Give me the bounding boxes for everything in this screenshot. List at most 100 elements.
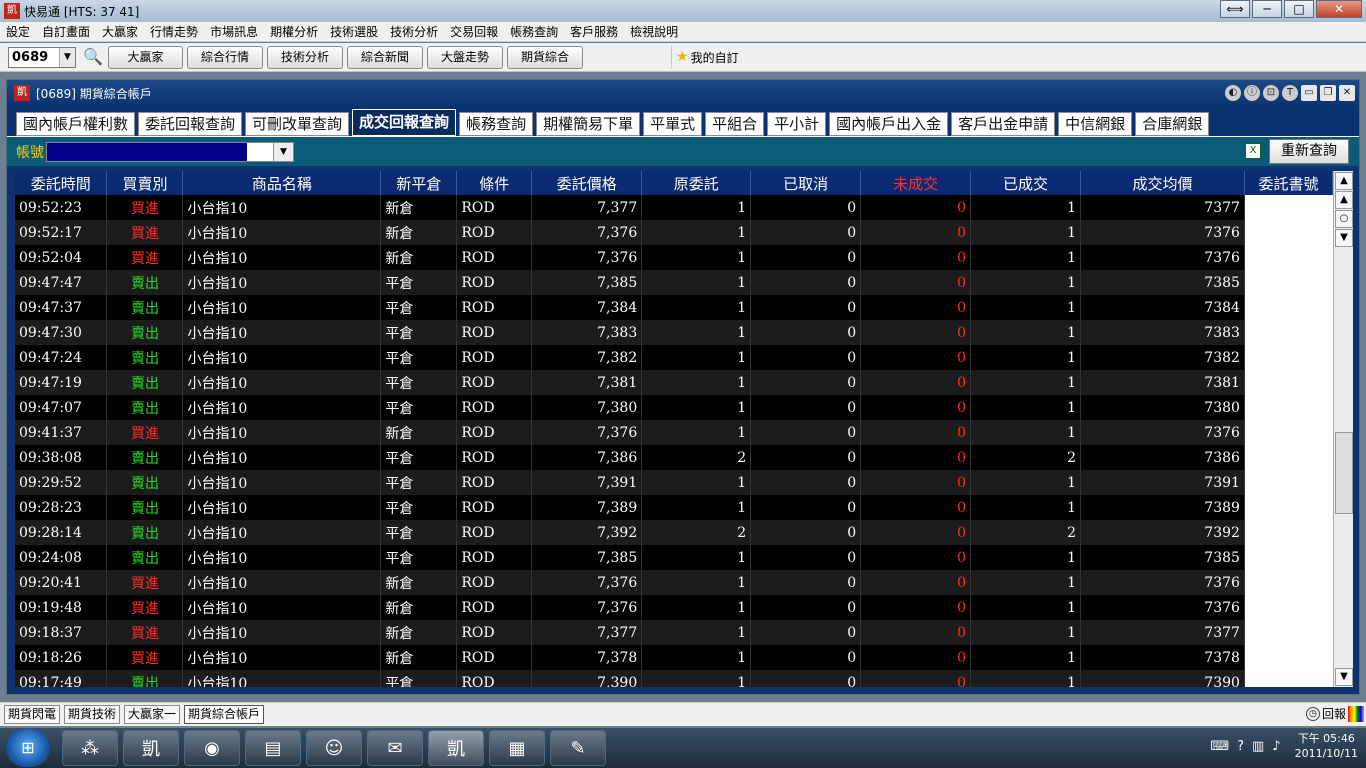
table-row[interactable]: 09:24:08 賣出 小台指10 平倉 ROD 7,385 1 0 0 1 7385 <box>15 545 1333 570</box>
col-header[interactable]: 委託時間 <box>15 171 108 195</box>
color-palette-icon[interactable] <box>1348 706 1364 722</box>
scroll-thumb[interactable] <box>1335 432 1353 514</box>
col-header[interactable]: 買賣別 <box>106 171 184 195</box>
swap-icon[interactable]: ⟺ <box>1220 0 1250 18</box>
toolbar-button-futures[interactable]: 期貨綜合 <box>507 45 583 69</box>
help-icon[interactable]: ? <box>1237 739 1244 754</box>
restore-button[interactable]: ❐ <box>1320 85 1336 101</box>
chevron-down-icon[interactable]: ▼ <box>273 142 293 161</box>
table-row[interactable]: 09:28:14 賣出 小台指10 平倉 ROD 7,392 2 0 0 2 7392 <box>15 520 1333 545</box>
col-header[interactable]: 條件 <box>456 171 533 195</box>
chrome-icon[interactable]: ◉ <box>184 730 240 766</box>
col-header[interactable]: 已取消 <box>750 171 862 195</box>
close-button[interactable]: ✕ <box>1339 85 1355 101</box>
requery-button[interactable]: 重新查詢 <box>1269 139 1349 164</box>
table-row[interactable]: 09:28:23 賣出 小台指10 平倉 ROD 7,389 1 0 0 1 7389 <box>15 495 1333 520</box>
excel-export-icon[interactable]: X <box>1245 143 1261 159</box>
tab-deposit-withdraw[interactable]: 國內帳戶出入金 <box>829 112 949 136</box>
table-row[interactable]: 09:38:08 賣出 小台指10 平倉 ROD 7,386 2 0 0 2 7386 <box>15 445 1333 470</box>
minimize-button[interactable]: ─ <box>1252 0 1282 18</box>
menu-item[interactable]: 客戶服務 <box>564 23 624 40</box>
tab-order-report[interactable]: 委託回報查詢 <box>138 112 243 136</box>
paint-icon[interactable]: ✎ <box>550 730 606 766</box>
tab-ctbc-bank[interactable]: 中信網銀 <box>1058 112 1133 136</box>
text-icon[interactable]: T <box>1282 85 1298 101</box>
table-row[interactable]: 09:47:30 賣出 小台指10 平倉 ROD 7,383 1 0 0 1 7383 <box>15 320 1333 345</box>
menu-item[interactable]: 設定 <box>0 23 36 40</box>
fill-report-table[interactable]: 委託時間 買賣別 商品名稱 新平倉 條件 委託價格 原委託 已取消 未成交 已成… <box>15 171 1333 687</box>
col-header[interactable]: 商品名稱 <box>182 171 382 195</box>
table-row[interactable]: 09:47:24 賣出 小台指10 平倉 ROD 7,382 1 0 0 1 7382 <box>15 345 1333 370</box>
tab-close-single[interactable]: 平單式 <box>643 112 703 136</box>
trading-app-icon[interactable]: 凱 <box>123 730 179 766</box>
table-row[interactable]: 09:52:17 買進 小台指10 新倉 ROD 7,376 1 0 0 1 7376 <box>15 220 1333 245</box>
table-row[interactable]: 09:20:41 買進 小台指10 新倉 ROD 7,376 1 0 0 1 7376 <box>15 570 1333 595</box>
reply-button[interactable]: ◷ 回報 <box>1305 705 1346 722</box>
tab-account-query[interactable]: 帳務查詢 <box>459 112 534 136</box>
keyboard-icon[interactable]: ⌨ <box>1210 739 1229 754</box>
menu-item[interactable]: 大贏家 <box>96 23 144 40</box>
messenger-icon[interactable]: ☺ <box>306 730 362 766</box>
scroll-bottom-icon[interactable]: ▼ <box>1335 668 1353 686</box>
menu-item[interactable]: 技術選股 <box>324 23 384 40</box>
table-row[interactable]: 09:47:47 賣出 小台指10 平倉 ROD 7,385 1 0 0 1 7385 <box>15 270 1333 295</box>
link-icon[interactable]: ⊡ <box>1263 85 1279 101</box>
tab-fill-report[interactable]: 成交回報查詢 <box>352 109 457 136</box>
table-row[interactable]: 09:19:48 買進 小台指10 新倉 ROD 7,376 1 0 0 1 7376 <box>15 595 1333 620</box>
window-tab-futures-account[interactable]: 期貨綜合帳戶 <box>184 705 265 724</box>
table-row[interactable]: 09:52:23 買進 小台指10 新倉 ROD 7,377 1 0 0 1 7377 <box>15 195 1333 220</box>
col-header[interactable]: 原委託 <box>641 171 752 195</box>
col-header[interactable]: 成交均價 <box>1080 171 1245 195</box>
outlook-icon[interactable]: ✉ <box>367 730 423 766</box>
tab-tcb-bank[interactable]: 合庫網銀 <box>1135 112 1210 136</box>
table-row[interactable]: 09:29:52 賣出 小台指10 平倉 ROD 7,391 1 0 0 1 7391 <box>15 470 1333 495</box>
table-row[interactable]: 09:18:26 買進 小台指10 新倉 ROD 7,378 1 0 0 1 7378 <box>15 645 1333 670</box>
menu-item[interactable]: 檢視說明 <box>624 23 684 40</box>
scroll-top-icon[interactable]: ▲ <box>1335 172 1353 190</box>
table-row[interactable]: 09:18:37 買進 小台指10 新倉 ROD 7,377 1 0 0 1 7377 <box>15 620 1333 645</box>
menu-item[interactable]: 技術分析 <box>384 23 444 40</box>
window-tab-futures-flash[interactable]: 期貨閃電 <box>4 705 61 724</box>
table-row[interactable]: 09:47:07 賣出 小台指10 平倉 ROD 7,380 1 0 0 1 7380 <box>15 395 1333 420</box>
scroll-up-icon[interactable]: ▲ <box>1335 191 1353 209</box>
menu-item[interactable]: 市場訊息 <box>204 23 264 40</box>
excel-icon[interactable]: ▦ <box>489 730 545 766</box>
stock-code-select[interactable]: 0689 ▼ <box>8 46 76 68</box>
folder-icon[interactable]: ▤ <box>245 730 301 766</box>
table-row[interactable]: 09:41:37 買進 小台指10 新倉 ROD 7,376 1 0 0 1 7376 <box>15 420 1333 445</box>
menu-item[interactable]: 行情走勢 <box>144 23 204 40</box>
table-row[interactable]: 09:47:37 賣出 小台指10 平倉 ROD 7,384 1 0 0 1 7384 <box>15 295 1333 320</box>
minimize-button[interactable]: ▭ <box>1301 85 1317 101</box>
toolbar-button-news[interactable]: 綜合新聞 <box>347 45 423 69</box>
tab-domestic-equity[interactable]: 國內帳戶權利數 <box>16 112 136 136</box>
volume-icon[interactable]: ♪ <box>1272 739 1280 754</box>
clock[interactable]: 下午 05:46 2011/10/11 <box>1295 731 1358 761</box>
menu-item[interactable]: 期權分析 <box>264 23 324 40</box>
tab-modifiable-orders[interactable]: 可刪改單查詢 <box>245 112 350 136</box>
table-row[interactable]: 09:17:49 賣出 小台指10 平倉 ROD 7,390 1 0 0 1 7390 <box>15 670 1333 687</box>
vertical-scrollbar[interactable]: ▲ ▲ ○ ▼ ▼ <box>1333 171 1353 687</box>
scroll-center-icon[interactable]: ○ <box>1335 210 1353 228</box>
col-header[interactable]: 新平倉 <box>380 171 458 195</box>
start-button[interactable]: ⊞ <box>6 729 50 767</box>
window-tab-big-winner[interactable]: 大贏家一 <box>124 705 181 724</box>
chevron-down-icon[interactable]: ▼ <box>59 47 75 67</box>
favorites[interactable]: ★ 我的自訂 <box>671 45 739 69</box>
maximize-button[interactable]: □ <box>1284 0 1314 18</box>
tab-close-combo[interactable]: 平組合 <box>705 112 765 136</box>
scroll-down-icon[interactable]: ▼ <box>1335 229 1353 247</box>
col-header[interactable]: 委託價格 <box>531 171 643 195</box>
menu-item[interactable]: 帳務查詢 <box>504 23 564 40</box>
col-header[interactable]: 已成交 <box>970 171 1081 195</box>
settings-icon[interactable]: ◐ <box>1225 85 1241 101</box>
table-row[interactable]: 09:52:04 買進 小台指10 新倉 ROD 7,376 1 0 0 1 7376 <box>15 245 1333 270</box>
menu-item[interactable]: 自訂畫面 <box>36 23 96 40</box>
toolbar-button-quotes[interactable]: 綜合行情 <box>187 45 263 69</box>
window-tab-futures-tech[interactable]: 期貨技術 <box>64 705 121 724</box>
close-button[interactable]: ✕ <box>1316 0 1362 18</box>
network-icon[interactable]: ▥ <box>1252 739 1264 754</box>
trading-app-active-icon[interactable]: 凱 <box>428 730 484 766</box>
table-row[interactable]: 09:47:19 賣出 小台指10 平倉 ROD 7,381 1 0 0 1 7381 <box>15 370 1333 395</box>
tab-withdraw-request[interactable]: 客戶出金申請 <box>951 112 1056 136</box>
col-header[interactable]: 未成交 <box>860 171 972 195</box>
